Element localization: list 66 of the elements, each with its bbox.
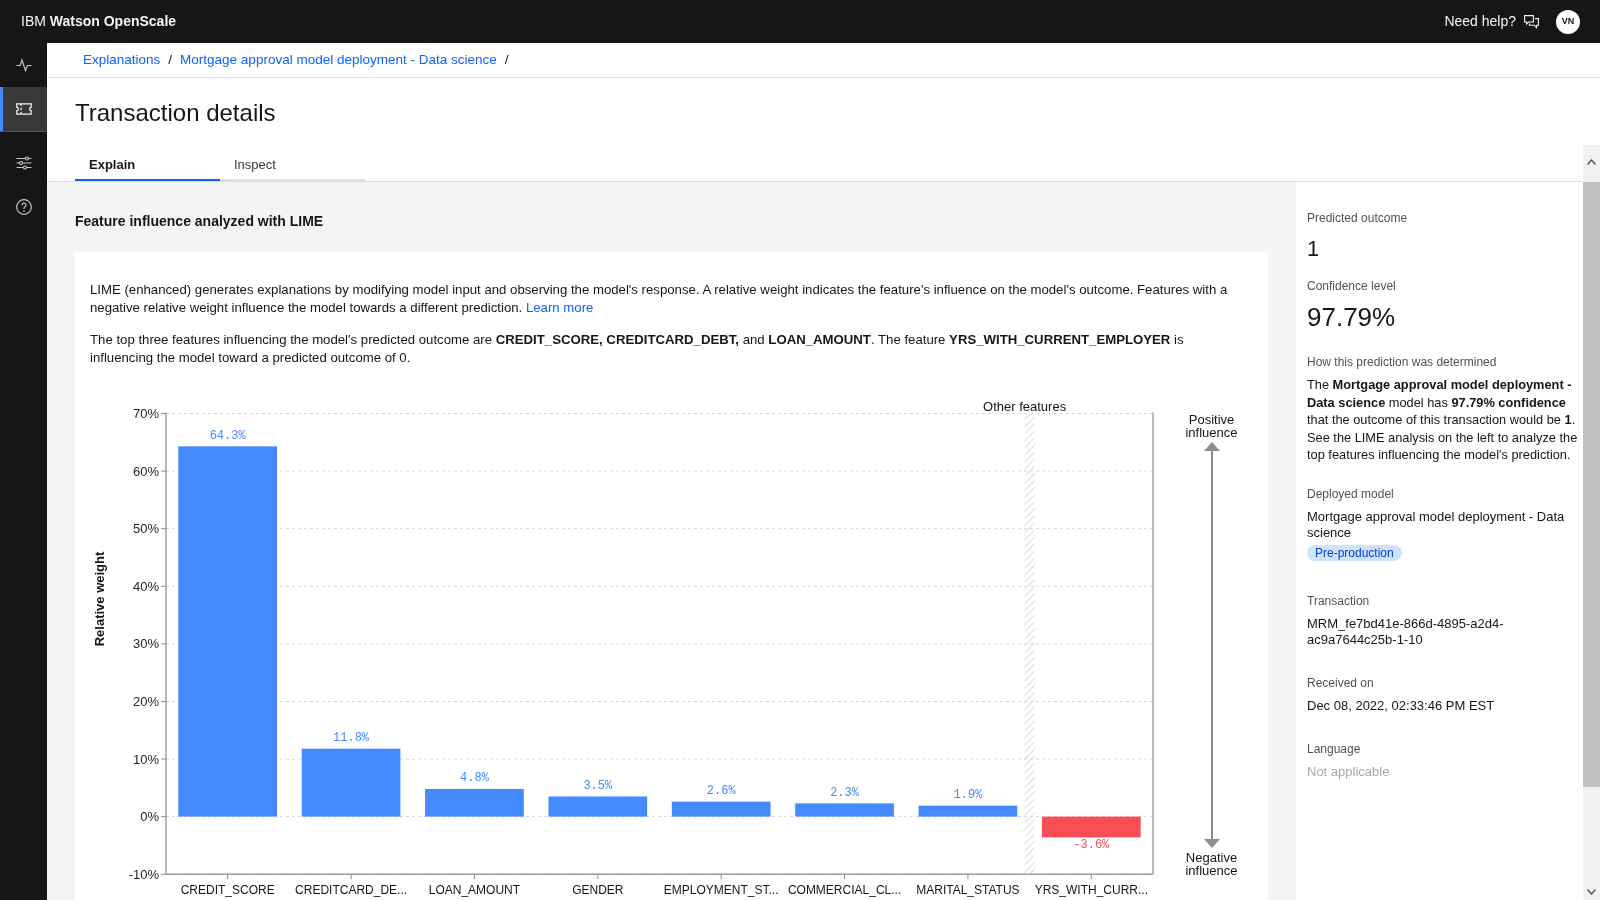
breadcrumb-link[interactable]: Mortgage approval model deployment - Data science [180,49,497,71]
y-tick-label: 0% [140,809,159,825]
y-tick-label: 40% [132,578,159,594]
scrollbar[interactable] [1583,145,1600,900]
annotation-label: Other features [983,399,1067,414]
bar-value-label: 11.8% [333,731,370,746]
field-label: Confidence level [1307,278,1397,294]
help-link[interactable]: Need help? [1444,11,1539,32]
x-tick-label: GENDER [572,882,624,897]
x-tick-label: CREDIT_SCORE [180,882,275,897]
x-tick-label: EMPLOYMENT_ST... [663,882,779,897]
description-text: The top three features influencing the model's predicted outcome are CREDIT_SCORE, CREDITCARD_DEBT, and LOAN_AMOUNT. The feature YRS_WITH_CURRENT_EMPLOYER is influencing the model toward a predicted outcome of 0. [90,331,1185,366]
bar-value-label: 2.6% [706,784,736,799]
chat-icon [1524,14,1539,29]
breadcrumb-separator: / [168,50,173,69]
x-tick-label: CREDITCARD_DE... [295,882,408,897]
y-tick-label: 50% [132,521,159,537]
field-value: MRM_fe7bd41e-866d-4895-a2d4-ac9a7644c25b-1-10 [1307,615,1505,648]
bar-value-label: 2.3% [830,785,859,800]
y-tick-label: 60% [132,463,159,479]
side-nav-item[interactable] [0,87,47,131]
bar-value-label: 64.3% [209,428,246,443]
bar-value-label: 3.5% [583,778,613,793]
ticket-icon [15,101,32,117]
status-tag: Pre-production [1307,544,1402,561]
field-value: Mortgage approval model deployment - Data science [1307,508,1566,541]
x-tick-label: YRS_WITH_CURR... [1034,882,1148,897]
user-avatar[interactable]: VN [1556,9,1580,34]
y-axis-title: Relative weight [91,551,107,647]
bar-value-label: 1.9% [953,788,983,803]
pulse-icon [15,57,32,73]
explanation-text: The Mortgage approval model deployment - Data science model has 97.79% confidence that the outcome of this transaction would be 1. See the LIME analysis on the left to analyze the top features influencing the model's prediction. [1307,376,1578,464]
help-icon [15,199,32,215]
field-label: Predicted outcome [1307,210,1409,226]
x-tick-label: LOAN_AMOUNT [428,882,521,897]
y-tick-label: 70% [132,406,159,421]
y-tick-label: 30% [132,636,159,652]
field-label: Received on [1307,674,1375,691]
sliders-icon [15,155,32,171]
x-tick-label: MARITAL_STATUS [916,882,1020,897]
confidence-value: 97.79% [1307,301,1397,334]
chevron-up-icon[interactable] [1587,159,1596,165]
influence-label: Negative influence [1184,851,1239,877]
field-label: Transaction [1307,592,1371,609]
bar-value-label: 4.8% [460,771,489,786]
y-tick-label: 20% [132,693,159,709]
breadcrumb-separator: / [504,50,509,69]
breadcrumb-link[interactable]: Explanations [83,49,161,71]
y-tick-label: 10% [132,751,159,767]
predicted-outcome-value: 1 [1307,235,1321,263]
description-text: LIME (enhanced) generates explanations by modifying model input and observing the model's response. A relative weight indicates the feature's influence on the model's outcome. Features with a negative relative weight influence the model towards a different prediction. Learn more [90,281,1229,316]
learn-more-link[interactable]: Learn more [525,299,594,315]
y-tick-label: -10% [128,866,159,882]
field-value: Not applicable [1307,763,1391,780]
section-title: Feature influence analyzed with LIME [75,212,325,230]
influence-label: Positive influence [1184,413,1239,439]
page-title: Transaction details [75,98,277,128]
bar-value-label: -3.6% [1073,838,1110,853]
scrollbar-thumb[interactable] [1583,182,1600,787]
field-label: How this prediction was determined [1307,354,1498,370]
field-label: Deployed model [1307,485,1395,502]
field-label: Language [1307,740,1362,757]
field-value: Dec 08, 2022, 02:33:46 PM EST [1307,697,1496,714]
product-name[interactable]: IBM Watson OpenScale [21,11,177,32]
x-tick-label: COMMERCIAL_CL... [787,882,902,897]
chevron-down-icon[interactable] [1587,889,1596,895]
